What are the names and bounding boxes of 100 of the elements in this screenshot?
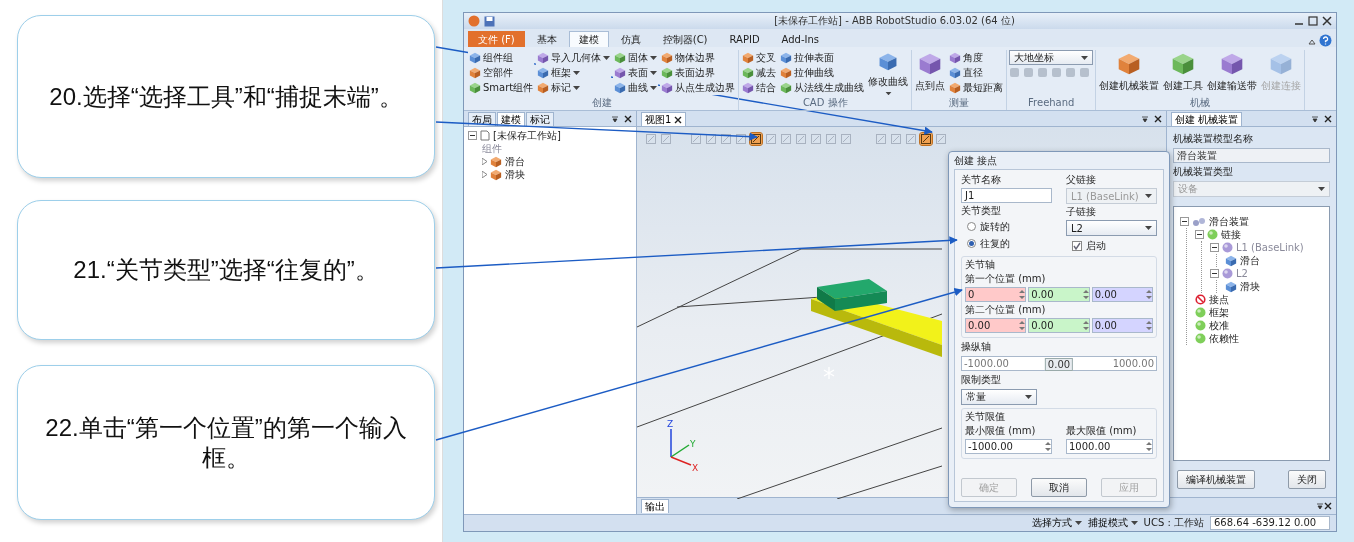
tree-item[interactable]: 链接 xyxy=(1221,227,1241,242)
tool-icon[interactable] xyxy=(735,133,747,145)
number-field[interactable]: 1000.00 xyxy=(1066,439,1153,454)
menu-tab[interactable]: 仿真 xyxy=(610,31,651,47)
dropdown[interactable]: 大地坐标 xyxy=(1009,50,1094,65)
collapse-icon[interactable] xyxy=(1195,230,1204,239)
ribbon-button[interactable]: 减去 xyxy=(741,65,778,80)
ribbon-button[interactable]: 组件组 xyxy=(468,50,535,65)
ribbon-button[interactable]: 修改曲线 xyxy=(867,50,910,95)
pin-icon[interactable] xyxy=(1311,114,1319,123)
dialog-title: 创建 接点 xyxy=(954,154,999,168)
dropdown[interactable]: 常量 xyxy=(961,389,1037,405)
tool-icon[interactable] xyxy=(920,133,932,145)
pin-icon[interactable] xyxy=(611,114,619,123)
ribbon-button[interactable]: 最短距离 xyxy=(948,80,1005,95)
menu-tab[interactable]: 基本 xyxy=(526,31,567,47)
ribbon-button[interactable]: 框架 xyxy=(536,65,612,80)
spinner-icon xyxy=(1146,441,1152,452)
close-icon[interactable] xyxy=(674,115,683,124)
ribbon-button[interactable]: Smart组件 xyxy=(468,80,535,95)
tree-item[interactable]: 滑块 xyxy=(505,167,525,182)
tree-item[interactable]: 组件 xyxy=(482,141,502,156)
caret-icon xyxy=(884,91,892,95)
cube-icon xyxy=(742,51,755,64)
ribbon-button[interactable]: 交叉 xyxy=(741,50,778,65)
axis-gizmo-icon xyxy=(670,428,692,466)
tree-item[interactable]: 滑台装置 xyxy=(1209,214,1249,229)
tool-icon[interactable] xyxy=(705,133,717,145)
checkbox[interactable]: 启动 xyxy=(1066,238,1157,253)
cube-icon xyxy=(918,52,943,76)
close-icon[interactable] xyxy=(1324,114,1332,123)
number-field[interactable]: 0.00 xyxy=(1091,318,1153,333)
tree-item[interactable]: 框架 xyxy=(1209,305,1229,320)
tree-item[interactable]: 滑台 xyxy=(1240,253,1260,268)
maximize-icon[interactable] xyxy=(1308,16,1318,26)
number-field[interactable]: 0.00 xyxy=(965,318,1027,333)
tree-item[interactable]: L1 (BaseLink) xyxy=(1236,242,1304,253)
help-icon[interactable] xyxy=(1319,34,1332,47)
panel-tab[interactable]: 建模 xyxy=(497,112,525,126)
ribbon-button[interactable]: 创建输送带 xyxy=(1206,50,1259,95)
panel-button[interactable]: 关闭 xyxy=(1288,470,1326,489)
number-field[interactable]: 0.00 xyxy=(1028,318,1090,333)
ribbon-button[interactable]: 创建机械装置 xyxy=(1098,50,1161,95)
collapse-icon[interactable] xyxy=(1210,243,1219,252)
slider-track[interactable]: -1000.00 0.00 1000.00 xyxy=(961,356,1157,371)
dialog-button[interactable]: 取消 xyxy=(1031,478,1087,497)
collapse-icon[interactable] xyxy=(1210,269,1219,278)
panel-tab[interactable]: 创建 机械装置 xyxy=(1171,112,1243,126)
ribbon-button[interactable]: 点到点 xyxy=(914,50,947,95)
tree-item[interactable]: 接点 xyxy=(1209,292,1229,307)
pin-icon[interactable] xyxy=(1141,114,1149,123)
menu-tab[interactable]: 控制器(C) xyxy=(652,31,718,47)
panel-tab[interactable]: 标记 xyxy=(526,112,554,126)
ribbon-button[interactable]: 曲线 xyxy=(613,80,659,95)
status-menu[interactable]: 选择方式 xyxy=(1031,516,1082,530)
ribbon-button[interactable]: 结合 xyxy=(741,80,778,95)
slider-thumb[interactable]: 0.00 xyxy=(1044,358,1074,371)
menu-tab[interactable]: RAPID xyxy=(719,31,770,47)
dropdown[interactable]: L2 xyxy=(1066,220,1157,236)
number-field[interactable]: 0.00 xyxy=(1091,287,1153,302)
tree-item[interactable]: 校准 xyxy=(1209,318,1229,333)
app-logo-icon[interactable] xyxy=(468,15,480,27)
radio-button[interactable]: 往复的 xyxy=(961,236,1052,251)
menu-tab[interactable]: 建模 xyxy=(568,31,609,47)
text-field[interactable]: J1 xyxy=(961,188,1052,203)
panel-button[interactable]: 编译机械装置 xyxy=(1177,470,1255,489)
tree-item[interactable]: 依赖性 xyxy=(1209,331,1239,346)
collapse-icon[interactable] xyxy=(1180,217,1189,226)
ribbon-button[interactable]: 导入几何体 xyxy=(536,50,612,65)
status-menu[interactable]: 捕捉模式 xyxy=(1087,516,1138,530)
tree-item[interactable]: L2 xyxy=(1236,268,1248,279)
pin-icon[interactable] xyxy=(1316,502,1324,510)
ribbon-button[interactable]: 表面 xyxy=(613,65,659,80)
close-icon[interactable] xyxy=(1322,16,1332,26)
tool-icon[interactable] xyxy=(690,133,702,145)
tree-item[interactable]: [未保存工作站] xyxy=(493,128,561,143)
number-field[interactable]: 0.00 xyxy=(1028,287,1090,302)
collapse-icon[interactable] xyxy=(468,131,477,140)
close-icon[interactable] xyxy=(1324,502,1332,510)
ribbon-button[interactable]: 创建工具 xyxy=(1162,50,1205,95)
number-field[interactable]: 0 xyxy=(965,287,1027,302)
panel-tab[interactable]: 布局 xyxy=(468,112,496,126)
close-icon[interactable] xyxy=(624,114,632,123)
menu-tab[interactable]: Add-Ins xyxy=(771,31,830,47)
close-icon[interactable] xyxy=(1154,114,1162,123)
radio-button[interactable]: 旋转的 xyxy=(961,219,1052,234)
output-tab[interactable]: 输出 xyxy=(641,499,669,513)
tool-icon[interactable] xyxy=(720,133,732,145)
save-icon[interactable] xyxy=(484,15,495,27)
tree-item[interactable]: 滑台 xyxy=(505,154,525,169)
number-field[interactable]: -1000.00 xyxy=(965,439,1052,454)
collapse-ribbon-icon[interactable] xyxy=(1307,37,1317,47)
ribbon-button[interactable]: 固体 xyxy=(613,50,659,65)
spinner-icon xyxy=(1082,289,1089,300)
view-tab[interactable]: 视图1 xyxy=(641,112,687,126)
text-field[interactable]: 滑台装置 xyxy=(1173,148,1330,163)
ribbon-button[interactable]: 从法线生成曲线 xyxy=(779,80,866,95)
ribbon-button[interactable]: 从点生成边界 xyxy=(660,80,737,95)
cube-icon xyxy=(469,51,481,64)
tree-item[interactable]: 滑块 xyxy=(1240,279,1260,294)
